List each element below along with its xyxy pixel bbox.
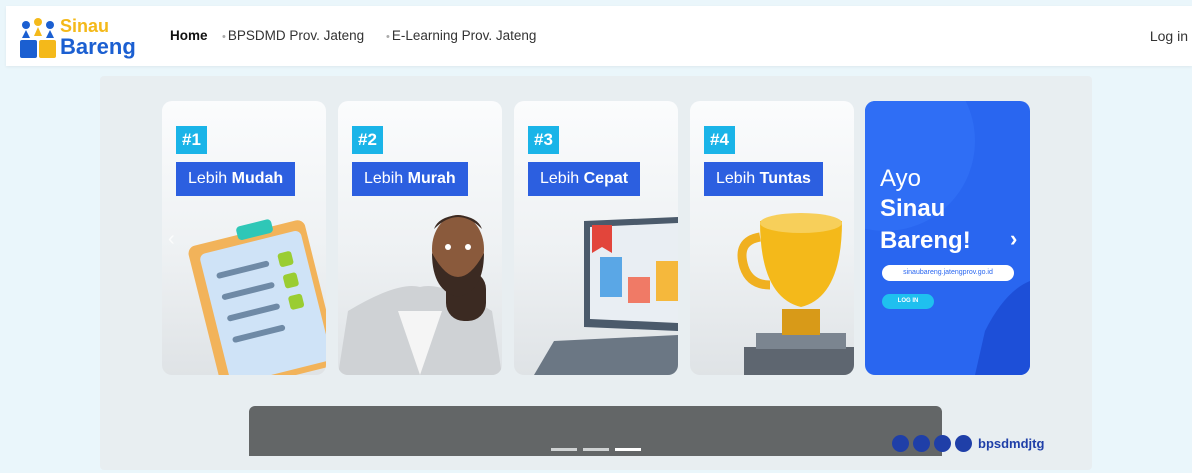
promo-line-bareng: Bareng! xyxy=(880,227,971,254)
promo-url-pill[interactable]: sinaubareng.jatengprov.go.id xyxy=(882,265,1014,281)
promo-login-button[interactable]: LOG IN xyxy=(882,294,934,309)
nav-elearning-link[interactable]: • E-Learning Prov. Jateng xyxy=(386,28,536,43)
card-title: Lebih Tuntas xyxy=(704,162,823,196)
login-link[interactable]: Log in xyxy=(1150,28,1188,44)
card-title: Lebih Mudah xyxy=(176,162,296,196)
card-title-word: Mudah xyxy=(231,170,284,187)
logo-text-bareng: Bareng xyxy=(60,34,136,59)
card-title-word: Tuntas xyxy=(759,170,811,187)
laptop-chart-icon xyxy=(534,217,678,375)
nav-bpsdmd-link[interactable]: • BPSDMD Prov. Jateng xyxy=(222,28,364,43)
feature-card-cepat[interactable]: #3 Lebih Cepat xyxy=(514,101,678,375)
nav-bpsdmd-label: BPSDMD Prov. Jateng xyxy=(227,28,365,43)
card-title-prefix: Lebih xyxy=(364,170,404,187)
card-title-prefix: Lebih xyxy=(540,170,580,187)
card-title: Lebih Cepat xyxy=(528,162,641,196)
carousel-indicator-1[interactable] xyxy=(551,448,577,451)
nav-home-link[interactable]: Home xyxy=(170,28,208,43)
card-number-badge: #1 xyxy=(176,126,207,154)
nav-elearning-label: E-Learning Prov. Jateng xyxy=(391,28,537,43)
carousel-prev-chevron-icon[interactable]: ‹ xyxy=(168,228,175,251)
twitter-icon[interactable] xyxy=(934,435,951,452)
card-title: Lebih Murah xyxy=(352,162,468,196)
card-number-badge: #4 xyxy=(704,126,735,154)
card-title-prefix: Lebih xyxy=(188,170,228,187)
feature-card-mudah[interactable]: #1 Lebih Mudah xyxy=(162,101,326,375)
top-navbar: Sinau Bareng Home • BPSDMD Prov. Jateng •… xyxy=(6,6,1192,66)
instagram-icon[interactable] xyxy=(913,435,930,452)
feature-card-murah[interactable]: #2 Lebih Murah xyxy=(338,101,502,375)
ayo-sinau-bareng-promo-card[interactable]: Ayo Sinau Bareng! sinaubareng.jatengprov… xyxy=(865,101,1030,375)
card-number-badge: #3 xyxy=(528,126,559,154)
carousel-indicator-2[interactable] xyxy=(583,448,609,451)
card-number-badge: #2 xyxy=(352,126,383,154)
logo-book-people-icon xyxy=(20,18,56,58)
social-handle[interactable]: bpsdmdjtg xyxy=(978,436,1044,451)
card-title-word: Cepat xyxy=(583,170,629,187)
card-title-word: Murah xyxy=(407,170,456,187)
sinau-bareng-logo[interactable]: Sinau Bareng xyxy=(18,14,144,62)
clipboard-checklist-icon xyxy=(188,219,326,375)
gold-trophy-icon xyxy=(737,213,854,375)
card-title-prefix: Lebih xyxy=(716,170,756,187)
bearded-man-avatar-icon xyxy=(338,215,502,375)
nav-bullet-icon: • xyxy=(222,31,226,43)
carousel-indicator-3[interactable] xyxy=(615,448,641,451)
nav-bullet-icon: • xyxy=(386,31,390,43)
promo-line-ayo: Ayo xyxy=(880,165,921,192)
carousel-next-chevron-icon[interactable]: › xyxy=(1010,226,1017,252)
feature-card-tuntas[interactable]: #4 Lebih Tuntas xyxy=(690,101,854,375)
facebook-icon[interactable] xyxy=(892,435,909,452)
youtube-icon[interactable] xyxy=(955,435,972,452)
promo-line-sinau: Sinau xyxy=(880,195,946,222)
